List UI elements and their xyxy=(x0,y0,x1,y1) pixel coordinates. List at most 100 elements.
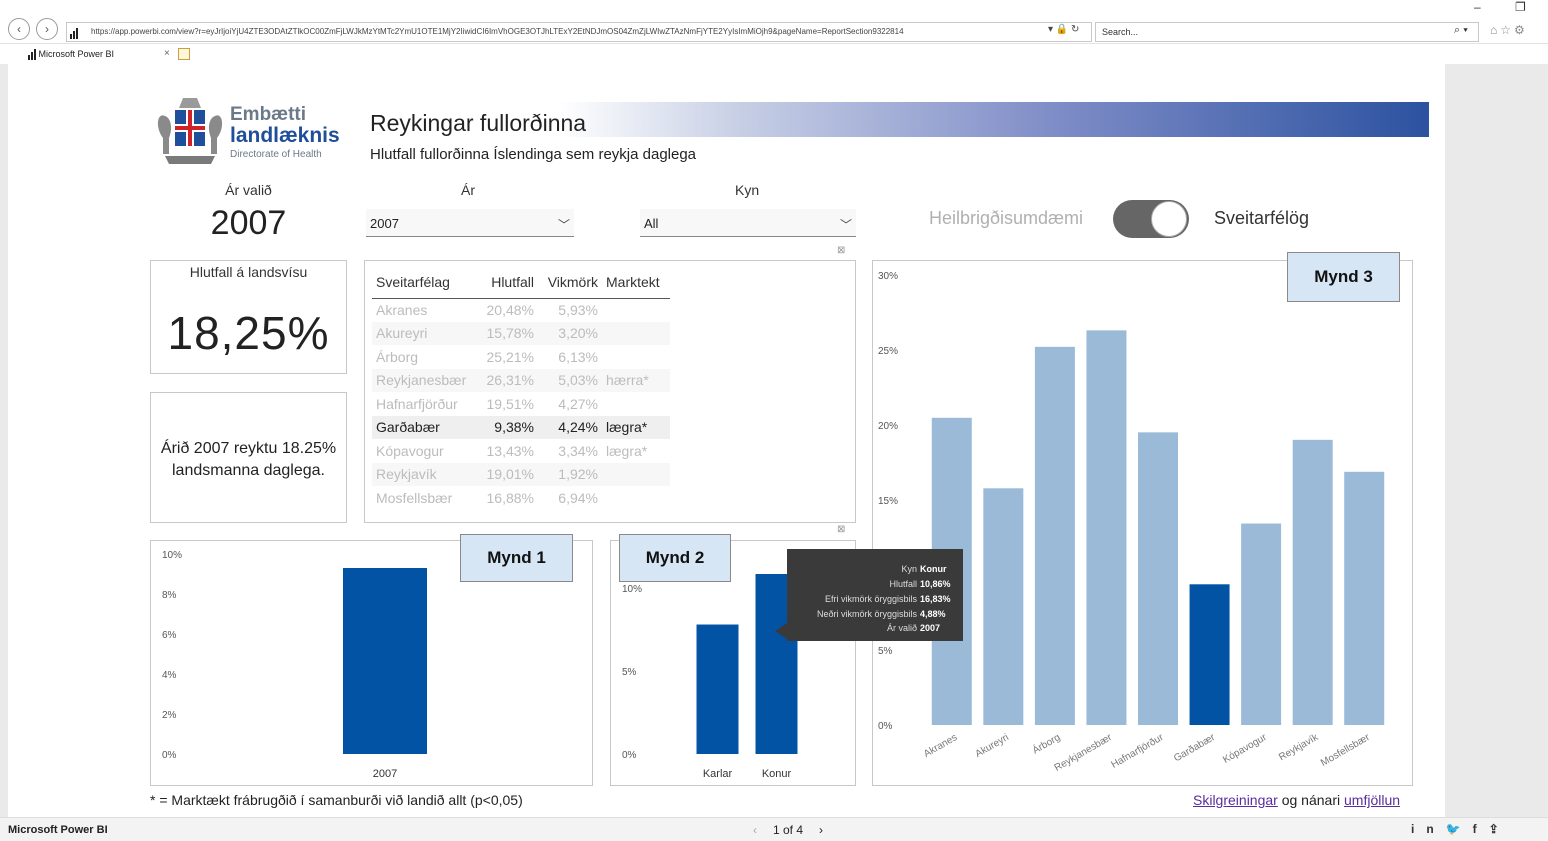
table-cell xyxy=(602,486,670,510)
y-tick-label: 5% xyxy=(622,667,637,678)
table-cell: 6,13% xyxy=(558,348,598,365)
tab-close-icon[interactable]: × xyxy=(164,46,170,62)
table-row[interactable]: Hafnarfjörður 19,51% 4,27% xyxy=(372,392,670,416)
national-card-value: 18,25% xyxy=(167,307,330,359)
bar[interactable] xyxy=(1292,439,1333,725)
y-tick-label: 0% xyxy=(878,721,893,732)
browser-toolbar: ‹ › https://app.powerbi.com/view?r=eyJrI… xyxy=(0,0,1548,44)
table-row[interactable]: Kópavogur 13,43% 3,34% lægra* xyxy=(372,439,670,463)
next-page-icon[interactable]: › xyxy=(819,823,823,837)
region-toggle[interactable] xyxy=(1113,200,1189,238)
focus-mode-icon[interactable]: ⊠ xyxy=(837,245,845,256)
table-cell: Kópavogur xyxy=(376,442,444,459)
table-cell: 3,20% xyxy=(538,321,602,345)
y-tick-label: 5% xyxy=(878,646,893,657)
x-tick-label: Akureyri xyxy=(974,732,1011,760)
mynd3-label: Mynd 3 xyxy=(1287,252,1400,302)
definitions-link[interactable]: Skilgreiningar xyxy=(1193,792,1278,808)
bar[interactable] xyxy=(343,568,427,754)
table-cell: 25,21% xyxy=(486,348,534,365)
powerbi-brand: Microsoft Power BI xyxy=(8,824,108,836)
logo-text-line2: landlæknis xyxy=(230,124,340,147)
chevron-down-icon: ﹀ xyxy=(839,218,852,232)
table-cell xyxy=(602,392,670,416)
table-cell: 1,92% xyxy=(538,462,602,486)
sex-dropdown[interactable]: All ﹀ xyxy=(640,209,856,237)
sex-filter-label: Kyn xyxy=(735,182,760,198)
y-tick-label: 0% xyxy=(622,750,637,761)
tooltip-row: Kyn Konur xyxy=(787,562,963,576)
restore-icon[interactable]: ❐ xyxy=(1515,0,1526,14)
y-tick-label: 30% xyxy=(878,271,898,282)
chevron-down-icon: ﹀ xyxy=(557,218,570,232)
year-dropdown-value: 2007 xyxy=(370,216,399,231)
tooltip-pointer xyxy=(775,623,787,639)
x-tick-label: Árborg xyxy=(1030,730,1062,756)
table-row[interactable]: Mosfellsbær 16,88% 6,94% xyxy=(372,486,670,510)
bar[interactable] xyxy=(1189,584,1230,725)
table-row[interactable]: Akranes 20,48% 5,93% xyxy=(372,298,670,322)
new-tab-icon[interactable] xyxy=(178,48,190,60)
logo-text-line3: Directorate of Health xyxy=(230,149,322,160)
bar[interactable] xyxy=(1138,432,1178,725)
year-dropdown[interactable]: 2007 ﹀ xyxy=(366,209,574,237)
table-header-cell[interactable]: Marktekt xyxy=(602,266,670,299)
back-arrow-icon[interactable]: ‹ xyxy=(8,18,30,40)
search-input[interactable]: Search... xyxy=(1095,22,1479,42)
page-indicator: 1 of 4 xyxy=(773,823,804,837)
bar[interactable] xyxy=(696,624,739,754)
mynd3-svg: 0%5%15%20%25%30%Akranes Akureyri ÁrborgRey… xyxy=(878,271,1385,774)
table-header-cell[interactable]: Sveitarfélag xyxy=(372,266,476,299)
bar[interactable] xyxy=(1086,330,1127,725)
browser-actions-icon[interactable]: ⌂☆⚙ xyxy=(1490,23,1528,37)
mynd1-label: Mynd 1 xyxy=(460,534,573,582)
mynd2-label: Mynd 2 xyxy=(619,534,731,582)
bar[interactable] xyxy=(1344,471,1385,725)
minimize-icon[interactable]: – xyxy=(1474,0,1481,14)
table-header-cell[interactable]: Vikmörk xyxy=(538,266,602,299)
forward-arrow-icon[interactable]: › xyxy=(36,18,58,40)
table-row[interactable]: Árborg 25,21% 6,13% xyxy=(372,345,670,369)
table-cell: hærra* xyxy=(602,368,670,392)
tooltip-key: Efri vikmörk öryggisbils xyxy=(824,594,917,604)
discussion-link[interactable]: umfjöllun xyxy=(1344,792,1400,808)
year-filter-label: Ár xyxy=(461,182,475,198)
sex-dropdown-value: All xyxy=(644,216,659,231)
url-text: https://app.powerbi.com/view?r=eyJrIjoiY… xyxy=(91,27,904,36)
table-row[interactable]: Reykjanesbær 26,31% 5,03% hærra* xyxy=(372,368,670,392)
powerbi-status-bar: Microsoft Power BI ‹ 1 of 4 › in🐦f⇪ xyxy=(0,817,1548,841)
share-icons[interactable]: in🐦f⇪ xyxy=(1411,822,1511,836)
search-placeholder: Search... xyxy=(1102,27,1139,37)
toggle-knob[interactable] xyxy=(1151,201,1187,237)
prev-page-icon[interactable]: ‹ xyxy=(753,823,757,837)
x-tick-label: Garðabær xyxy=(1172,731,1218,765)
focus-mode-icon[interactable]: ⊠ xyxy=(837,524,845,535)
tooltip-row: Neðri vikmörk öryggisbils 4,88% xyxy=(787,607,963,621)
table-cell: 4,24% xyxy=(538,415,602,439)
municipality-table: Sveitarfélag Hlutfall Vikmörk Marktekt Akra… xyxy=(372,266,670,510)
tooltip-row: Ár valið 2007 xyxy=(787,621,963,635)
table-row[interactable]: Reykjavík 19,01% 1,92% xyxy=(372,462,670,486)
bar[interactable] xyxy=(983,488,1024,725)
x-tick-label: Konur xyxy=(762,768,792,780)
table-row[interactable]: Akureyri 15,78% 3,20% xyxy=(372,321,670,345)
logo-text-line1: Embætti xyxy=(230,104,306,125)
table-row[interactable]: Garðabær 9,38% 4,24% lægra* xyxy=(372,415,670,439)
powerbi-logo-icon xyxy=(70,28,80,39)
national-card-title: Hlutfall á landsvísu xyxy=(189,264,308,280)
tooltip-value: 2007 xyxy=(920,623,941,633)
table-cell: Akranes xyxy=(376,302,428,318)
table-header-cell[interactable]: Hlutfall xyxy=(476,266,538,299)
tooltip-key: Ár valið xyxy=(886,623,917,633)
browser-tab[interactable]: Microsoft Power BI × xyxy=(8,46,190,64)
search-icon[interactable]: ⌕ ▾ xyxy=(1454,24,1468,37)
bar[interactable] xyxy=(1241,523,1282,725)
address-bar[interactable]: https://app.powerbi.com/view?r=eyJrIjoiY… xyxy=(66,22,1092,42)
table-cell: 16,88% xyxy=(486,489,534,506)
address-tools-icon[interactable]: ▾ 🔒 ↻ xyxy=(1048,24,1079,35)
table-cell: 4,27% xyxy=(558,395,598,412)
chart-tooltip: Kyn Konur Hlutfall 10,86% Efri vikmörk öry… xyxy=(787,549,963,641)
bar[interactable] xyxy=(1034,346,1075,725)
table-cell: Akureyri xyxy=(372,321,476,345)
table-cell: 20,48% xyxy=(486,302,534,318)
